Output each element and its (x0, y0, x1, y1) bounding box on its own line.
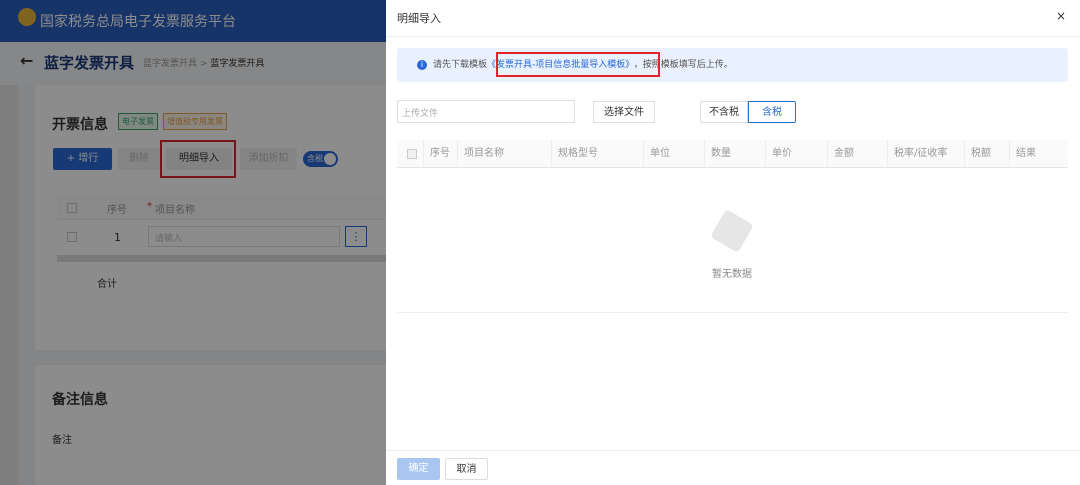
col-tax-amount: 税额 (964, 140, 991, 168)
confirm-button[interactable]: 确定 (397, 458, 440, 480)
empty-text: 暂无数据 (712, 269, 752, 280)
col-quantity: 数量 (704, 140, 731, 168)
detail-import-drawer: 明细导入 × i 请先下载模板《发票开具-项目信息批量导入模板》 ，按照模板填写后… (386, 0, 1080, 485)
col-unit-price: 单价 (765, 140, 792, 168)
col-tax-rate: 税率/征收率 (887, 140, 947, 168)
col-item-name: 项目名称 (457, 140, 504, 168)
empty-box-icon (710, 209, 754, 253)
divider (397, 312, 1068, 313)
divider (386, 450, 1080, 451)
col-result: 结果 (1009, 140, 1036, 168)
alert-prefix: 请先下载模板 (433, 60, 488, 70)
cancel-button[interactable]: 取消 (445, 458, 488, 480)
upload-file-input[interactable]: 上传文件 (397, 100, 575, 123)
choose-file-button[interactable]: 选择文件 (593, 101, 655, 123)
checkbox[interactable] (407, 149, 417, 159)
info-icon: i (417, 60, 427, 70)
highlight-box (496, 52, 660, 77)
col-unit: 单位 (643, 140, 670, 168)
close-icon[interactable]: × (1056, 9, 1066, 23)
col-amount: 金额 (827, 140, 854, 168)
divider (386, 36, 1080, 37)
drawer-title: 明细导入 (397, 12, 441, 25)
import-table-header: 序号 项目名称 规格型号 单位 数量 单价 金额 税率/征收率 税额 结果 (397, 140, 1068, 168)
tax-inclusive-option[interactable]: 含税 (748, 101, 796, 123)
col-spec: 规格型号 (551, 140, 598, 168)
col-index: 序号 (423, 140, 450, 168)
tax-exclusive-option[interactable]: 不含税 (700, 101, 748, 123)
